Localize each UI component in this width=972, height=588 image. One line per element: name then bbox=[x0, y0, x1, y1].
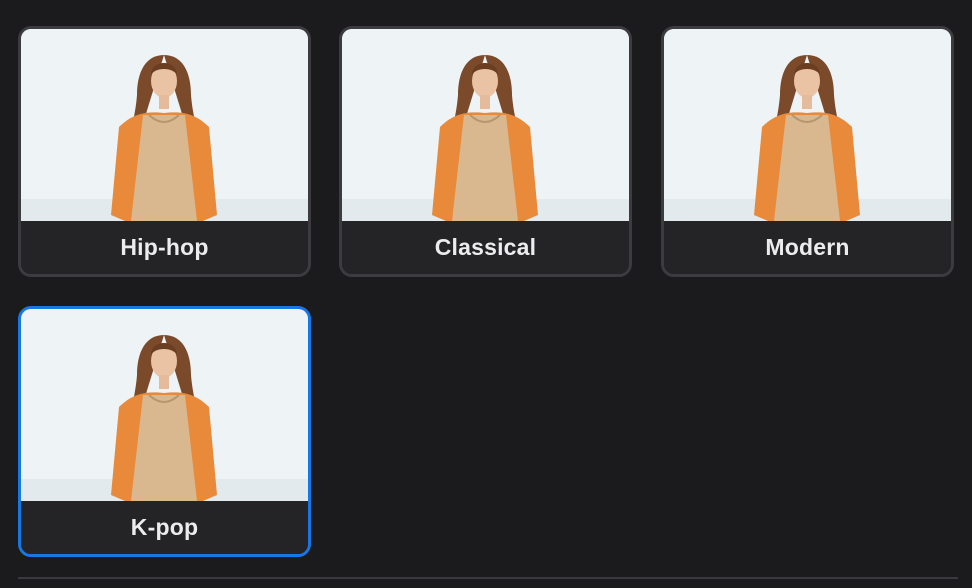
style-thumbnail-image bbox=[21, 29, 308, 221]
style-card-classical[interactable]: Classical bbox=[339, 26, 632, 277]
style-grid: Hip-hop Classical Modern K-pop bbox=[0, 0, 972, 588]
style-card-modern[interactable]: Modern bbox=[661, 26, 954, 277]
style-card-label: Modern bbox=[664, 221, 951, 274]
style-thumbnail-image bbox=[342, 29, 629, 221]
style-thumbnail-image bbox=[21, 309, 308, 501]
style-card-label: K-pop bbox=[21, 501, 308, 554]
style-card-hip-hop[interactable]: Hip-hop bbox=[18, 26, 311, 277]
section-divider bbox=[18, 577, 958, 579]
style-thumbnail-image bbox=[664, 29, 951, 221]
style-card-k-pop[interactable]: K-pop bbox=[18, 306, 311, 557]
style-card-label: Classical bbox=[342, 221, 629, 274]
style-card-label: Hip-hop bbox=[21, 221, 308, 274]
